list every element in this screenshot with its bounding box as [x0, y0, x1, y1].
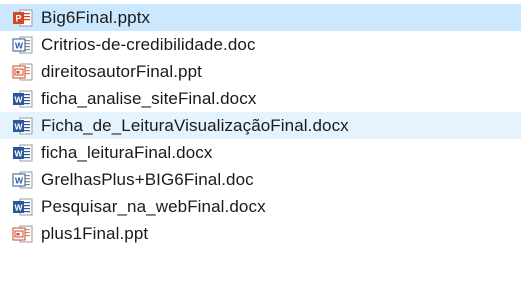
docx-file-icon: W — [13, 144, 33, 161]
svg-text:P: P — [15, 13, 21, 23]
svg-text:W: W — [14, 148, 23, 158]
file-list: P Big6Final.pptx W Critrios-de-credibili… — [0, 0, 521, 291]
ppt-file-icon — [12, 63, 33, 80]
file-row-ficha-analise-sitefinal-docx[interactable]: W ficha_analise_siteFinal.docx — [0, 85, 521, 112]
file-name: direitosautorFinal.ppt — [41, 61, 202, 81]
file-name: Pesquisar_na_webFinal.docx — [41, 196, 266, 216]
svg-text:W: W — [15, 40, 24, 50]
file-row-ficha-leiturafinal-docx[interactable]: W ficha_leituraFinal.docx — [0, 139, 521, 166]
file-row-plus1final-ppt[interactable]: plus1Final.ppt — [0, 220, 521, 247]
file-name: GrelhasPlus+BIG6Final.doc — [41, 169, 254, 189]
file-name: Big6Final.pptx — [41, 7, 151, 27]
docx-file-icon: W — [13, 198, 33, 215]
file-name: ficha_leituraFinal.docx — [41, 142, 213, 162]
file-row-pesquisar-na-webfinal-docx[interactable]: W Pesquisar_na_webFinal.docx — [0, 193, 521, 220]
ppt-file-icon — [12, 225, 33, 242]
file-name: ficha_analise_siteFinal.docx — [41, 88, 257, 108]
file-name: plus1Final.ppt — [41, 223, 149, 243]
doc-file-icon: W — [12, 36, 33, 53]
docx-file-icon: W — [13, 90, 33, 107]
file-row-critrios-de-credibilidade-doc[interactable]: W Critrios-de-credibilidade.doc — [0, 31, 521, 58]
svg-text:W: W — [14, 121, 23, 131]
svg-text:W: W — [14, 94, 23, 104]
pptx-file-icon: P — [13, 9, 33, 26]
docx-file-icon: W — [13, 117, 33, 134]
file-row-grelhasplus-big6final-doc[interactable]: W GrelhasPlus+BIG6Final.doc — [0, 166, 521, 193]
doc-file-icon: W — [12, 171, 33, 188]
file-name: Critrios-de-credibilidade.doc — [41, 34, 256, 54]
file-row-ficha-de-leituravisualizacaofinal-docx[interactable]: W Ficha_de_LeituraVisualizaçãoFinal.docx — [0, 112, 521, 139]
svg-text:W: W — [15, 175, 24, 185]
svg-text:W: W — [14, 202, 23, 212]
file-name: Ficha_de_LeituraVisualizaçãoFinal.docx — [41, 115, 349, 135]
file-row-direitosautorfinal-ppt[interactable]: direitosautorFinal.ppt — [0, 58, 521, 85]
file-row-big6final-pptx[interactable]: P Big6Final.pptx — [0, 4, 521, 31]
